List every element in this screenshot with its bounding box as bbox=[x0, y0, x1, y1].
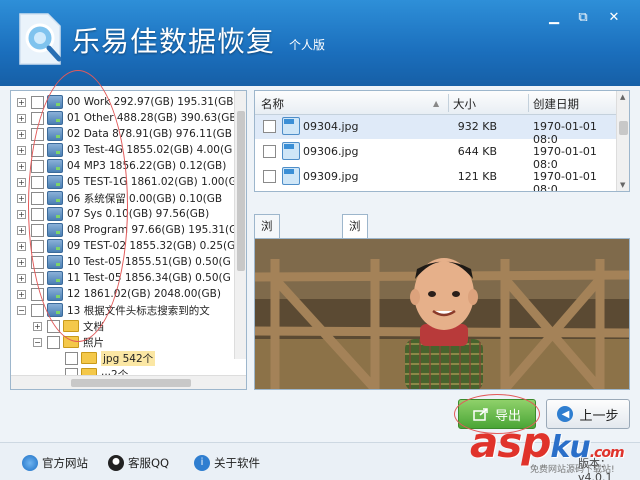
watermark-caption: 免费网站源码下载站! bbox=[530, 465, 615, 475]
expand-toggle-icon[interactable]: + bbox=[17, 225, 26, 235]
watermark-logo: aspku.com bbox=[470, 418, 625, 467]
file-row[interactable]: 09304.jpg 932 KB 1970-01-01 08:0 bbox=[255, 115, 617, 146]
expand-toggle-icon[interactable]: + bbox=[17, 113, 26, 123]
file-checkbox[interactable] bbox=[263, 145, 276, 158]
minimize-button[interactable]: ▁ bbox=[540, 6, 568, 28]
tab-hex-view[interactable]: 浏览十六进制 bbox=[254, 214, 280, 348]
tree-horizontal-scrollbar[interactable] bbox=[11, 375, 246, 389]
file-size: 932 KB bbox=[457, 120, 497, 133]
scroll-up-icon[interactable]: ▲ bbox=[620, 93, 625, 101]
expand-toggle-icon[interactable]: + bbox=[17, 129, 26, 139]
file-date: 1970-01-01 08:0 bbox=[533, 170, 597, 192]
folder-icon bbox=[81, 352, 97, 364]
title-bar: 乐易佳数据恢复 个人版 ▁ ⧉ ✕ bbox=[0, 0, 640, 86]
tree-checkbox[interactable] bbox=[65, 351, 78, 365]
expand-toggle-icon[interactable]: − bbox=[17, 305, 26, 315]
column-size[interactable]: 大小 bbox=[453, 96, 476, 112]
expand-toggle-icon[interactable]: + bbox=[17, 193, 26, 203]
expand-toggle-icon[interactable]: + bbox=[33, 321, 42, 331]
minimize-icon: ▁ bbox=[549, 9, 559, 25]
support-qq-label: 客服QQ bbox=[128, 456, 170, 470]
expand-toggle-icon[interactable]: + bbox=[17, 273, 26, 283]
expand-toggle-icon[interactable]: + bbox=[17, 97, 26, 107]
maximize-button[interactable]: ⧉ bbox=[569, 6, 597, 28]
annotation-circle bbox=[28, 70, 128, 342]
file-name: 09306.jpg bbox=[303, 145, 359, 158]
file-row[interactable]: 09309.jpg 121 KB 1970-01-01 08:0 bbox=[255, 165, 617, 192]
app-logo-icon bbox=[19, 13, 62, 65]
expand-toggle-icon[interactable]: + bbox=[17, 241, 26, 251]
expand-toggle-icon[interactable]: + bbox=[17, 257, 26, 267]
about-software-label: 关于软件 bbox=[214, 456, 260, 470]
tree-vertical-scrollbar[interactable] bbox=[234, 91, 246, 359]
expand-toggle-icon[interactable]: − bbox=[33, 337, 42, 347]
column-date[interactable]: 创建日期 bbox=[533, 96, 579, 112]
image-preview bbox=[254, 238, 630, 390]
tree-checkbox[interactable] bbox=[31, 303, 44, 317]
file-size: 121 KB bbox=[457, 170, 497, 183]
close-button[interactable]: ✕ bbox=[600, 6, 628, 28]
info-icon: i bbox=[194, 455, 210, 471]
expand-toggle-icon[interactable]: + bbox=[17, 209, 26, 219]
expand-toggle-icon[interactable]: + bbox=[17, 177, 26, 187]
tree-checkbox[interactable] bbox=[47, 335, 60, 349]
restore-icon: ⧉ bbox=[578, 9, 588, 25]
expand-toggle-icon[interactable]: + bbox=[17, 161, 26, 171]
file-list-header: 名称 ▲ 大小 创建日期 bbox=[255, 91, 617, 115]
about-software-link[interactable]: i 关于软件 bbox=[194, 455, 260, 471]
support-qq-link[interactable]: 客服QQ bbox=[108, 455, 169, 471]
jpg-file-icon bbox=[282, 142, 300, 160]
file-name: 09304.jpg bbox=[303, 120, 359, 133]
qq-penguin-icon bbox=[108, 455, 124, 471]
close-icon: ✕ bbox=[608, 9, 620, 25]
tree-item-label: jpg 542个 bbox=[101, 350, 156, 366]
official-website-label: 官方网站 bbox=[42, 456, 88, 470]
file-row[interactable]: 09306.jpg 644 KB 1970-01-01 08:0 bbox=[255, 140, 617, 171]
jpg-file-icon bbox=[282, 117, 300, 135]
scroll-down-icon[interactable]: ▼ bbox=[620, 181, 625, 189]
expand-toggle-icon[interactable]: + bbox=[17, 289, 26, 299]
column-name[interactable]: 名称 bbox=[261, 96, 284, 112]
file-size: 644 KB bbox=[457, 145, 497, 158]
tree-item[interactable]: +jpg 542个 bbox=[51, 350, 156, 366]
app-title: 乐易佳数据恢复 bbox=[72, 25, 276, 58]
file-name: 09309.jpg bbox=[303, 170, 359, 183]
expand-toggle-icon[interactable]: + bbox=[17, 145, 26, 155]
jpg-file-icon bbox=[282, 167, 300, 185]
file-checkbox[interactable] bbox=[263, 170, 276, 183]
official-website-link[interactable]: 官方网站 bbox=[22, 455, 88, 471]
tab-image-view[interactable]: 浏览图像 bbox=[342, 214, 368, 302]
ie-icon bbox=[22, 455, 38, 471]
file-list[interactable]: 名称 ▲ 大小 创建日期 09304.jpg 932 KB 1970-01-01 0… bbox=[254, 90, 630, 192]
edition-label: 个人版 bbox=[289, 38, 326, 52]
sort-arrow-icon: ▲ bbox=[433, 99, 440, 108]
tree-checkbox[interactable] bbox=[31, 95, 44, 109]
file-checkbox[interactable] bbox=[263, 120, 276, 133]
file-list-scrollbar[interactable]: ▲ ▼ bbox=[616, 91, 629, 191]
